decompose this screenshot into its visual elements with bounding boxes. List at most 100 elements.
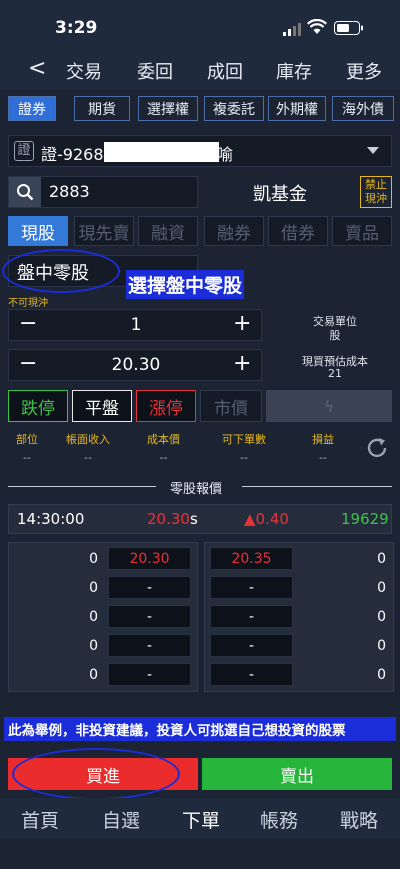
account-selector[interactable]: 證 證-9268 喻 bbox=[8, 135, 392, 167]
ask-price[interactable]: 20.35 bbox=[210, 547, 293, 570]
ask-price[interactable]: - bbox=[210, 605, 293, 628]
buy-annotation-ellipse bbox=[12, 748, 180, 800]
quick-order-button[interactable]: ϟ bbox=[266, 390, 392, 422]
bottom-tab-home[interactable]: 首頁 bbox=[21, 806, 59, 833]
bid-price[interactable]: 20.30 bbox=[108, 547, 191, 570]
trade-type-short[interactable]: 融券 bbox=[204, 216, 264, 246]
divider-left bbox=[8, 486, 156, 487]
bid-qty: 0 bbox=[89, 638, 98, 654]
no-daytrade-tag: 禁止 現沖 bbox=[360, 176, 392, 208]
product-tab-sub-brokerage[interactable]: 複委託 bbox=[204, 96, 264, 121]
bid-price[interactable]: - bbox=[108, 605, 191, 628]
refresh-icon[interactable] bbox=[364, 435, 390, 461]
quote-suffix: s bbox=[190, 510, 198, 528]
session-annotation-ellipse bbox=[2, 249, 120, 293]
status-time: 3:29 bbox=[55, 18, 98, 38]
stock-code: 2883 bbox=[49, 182, 90, 201]
ask-qty: 0 bbox=[377, 609, 386, 625]
position-value-cost: -- bbox=[159, 451, 168, 464]
cost-estimate-value: 21 bbox=[328, 367, 342, 380]
ask-qty: 0 bbox=[377, 551, 386, 567]
ask-price[interactable]: - bbox=[210, 663, 293, 686]
back-icon[interactable]: < bbox=[28, 56, 46, 81]
product-tab-securities[interactable]: 證券 bbox=[8, 96, 56, 121]
ask-qty: 0 bbox=[377, 638, 386, 654]
nav-tab-more[interactable]: 更多 bbox=[346, 58, 382, 84]
product-tab-foreign-futures[interactable]: 外期權 bbox=[268, 96, 326, 121]
ask-price[interactable]: - bbox=[210, 634, 293, 657]
ask-price[interactable]: - bbox=[210, 576, 293, 599]
stock-name: 凱基金 bbox=[253, 184, 307, 205]
chevron-down-icon bbox=[367, 147, 379, 154]
nav-tab-fills[interactable]: 成回 bbox=[207, 58, 243, 84]
position-value-orderable: -- bbox=[240, 451, 248, 464]
bottom-tab-accounts[interactable]: 帳務 bbox=[260, 806, 298, 833]
limit-up-button[interactable]: 漲停 bbox=[136, 390, 196, 422]
no-daytrade-note: 不可現沖 bbox=[8, 298, 48, 309]
quote-time: 14:30:00 bbox=[17, 510, 85, 528]
ask-qty: 0 bbox=[377, 667, 386, 683]
trade-type-sell-borrowed[interactable]: 賣品 bbox=[332, 216, 392, 246]
search-icon[interactable] bbox=[9, 177, 41, 207]
ask-qty: 0 bbox=[377, 580, 386, 596]
position-header-holding: 部位 bbox=[16, 433, 38, 446]
position-header-book-value: 帳面收入 bbox=[66, 433, 110, 446]
quote-row: 14:30:00 20.30 s ▲0.40 19629 bbox=[8, 504, 392, 534]
battery-icon bbox=[334, 20, 364, 35]
trade-type-margin[interactable]: 融資 bbox=[138, 216, 198, 246]
trade-type-sell-first[interactable]: 現先賣 bbox=[74, 216, 134, 246]
account-suffix: 喻 bbox=[217, 145, 234, 164]
bottom-tab-strategy[interactable]: 戰略 bbox=[340, 806, 378, 833]
account-mask bbox=[104, 142, 219, 162]
bottom-tab-watchlist[interactable]: 自選 bbox=[102, 806, 140, 833]
quantity-plus-button[interactable]: + bbox=[233, 311, 251, 336]
bid-qty: 0 bbox=[89, 551, 98, 567]
quote-change: ▲0.40 bbox=[244, 510, 289, 528]
trade-type-cash[interactable]: 現股 bbox=[8, 216, 68, 246]
bid-price[interactable]: - bbox=[108, 576, 191, 599]
bid-price[interactable]: - bbox=[108, 634, 191, 657]
position-value-pnl: -- bbox=[319, 451, 327, 464]
stock-search-field[interactable]: 2883 bbox=[8, 176, 198, 208]
quote-volume: 19629 bbox=[341, 510, 389, 528]
bottom-tab-order[interactable]: 下單 bbox=[182, 806, 220, 833]
product-tab-futures[interactable]: 期貨 bbox=[74, 96, 130, 121]
bid-qty: 0 bbox=[89, 609, 98, 625]
position-value-book-value: -- bbox=[84, 451, 92, 464]
position-header-cost: 成本價 bbox=[147, 433, 180, 446]
bid-qty: 0 bbox=[89, 580, 98, 596]
quantity-value[interactable]: 1 bbox=[9, 315, 263, 335]
quantity-stepper[interactable]: − 1 + bbox=[8, 309, 262, 341]
limit-down-button[interactable]: 跌停 bbox=[8, 390, 68, 422]
lightning-icon: ϟ bbox=[323, 396, 335, 416]
wifi-icon bbox=[307, 18, 327, 35]
status-bar: 3:29 bbox=[0, 0, 400, 52]
product-tab-options[interactable]: 選擇權 bbox=[138, 96, 198, 121]
session-annotation: 選擇盤中零股 bbox=[126, 270, 245, 299]
signal-icon bbox=[283, 21, 303, 36]
top-nav: < 交易 委回 成回 庫存 更多 bbox=[0, 52, 400, 90]
bid-qty: 0 bbox=[89, 667, 98, 683]
bid-price[interactable]: - bbox=[108, 663, 191, 686]
position-summary: 部位 帳面收入 成本價 可下單數 損益 -- -- -- -- -- bbox=[0, 431, 400, 471]
price-plus-button[interactable]: + bbox=[233, 351, 251, 376]
price-value[interactable]: 20.30 bbox=[9, 355, 263, 375]
account-badge: 證 bbox=[14, 141, 34, 161]
flat-price-button[interactable]: 平盤 bbox=[72, 390, 132, 422]
account-label: 證-9268 bbox=[41, 145, 104, 164]
product-tab-foreign-bonds[interactable]: 海外債 bbox=[332, 96, 394, 121]
price-stepper[interactable]: − 20.30 + bbox=[8, 349, 262, 381]
quote-price: 20.30 bbox=[147, 510, 190, 528]
nav-tab-orders[interactable]: 委回 bbox=[137, 58, 173, 84]
sell-button[interactable]: 賣出 bbox=[202, 758, 392, 790]
nav-tab-trade[interactable]: 交易 bbox=[66, 58, 102, 84]
position-value-holding: -- bbox=[23, 451, 31, 464]
market-price-button[interactable]: 市價 bbox=[200, 390, 262, 422]
odd-lot-title: 零股報價 bbox=[170, 482, 223, 497]
trade-type-borrow[interactable]: 借券 bbox=[268, 216, 328, 246]
home-area bbox=[0, 838, 400, 869]
position-header-pnl: 損益 bbox=[312, 433, 334, 446]
position-header-orderable: 可下單數 bbox=[222, 433, 266, 446]
divider-right bbox=[242, 486, 392, 487]
nav-tab-inventory[interactable]: 庫存 bbox=[276, 58, 312, 84]
